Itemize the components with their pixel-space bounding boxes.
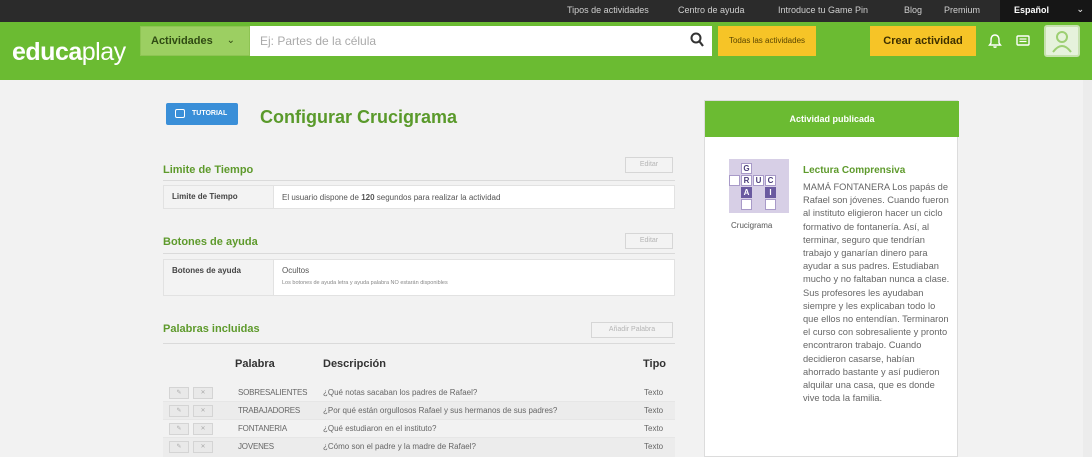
thumb-cell: A: [741, 187, 752, 198]
thumb-cell: R: [741, 175, 752, 186]
description-cell: ¿Qué estudiaron en el instituto?: [323, 424, 437, 433]
chevron-down-icon: ⌄: [1076, 4, 1084, 14]
type-cell: Texto: [644, 442, 664, 451]
play-icon: [175, 109, 185, 118]
top-nav-bar: Tipos de actividades Centro de ayuda Int…: [0, 0, 1092, 22]
words-included-title: Palabras incluidas: [163, 323, 260, 335]
thumb-label: Crucigrama: [731, 221, 773, 230]
nav-link-premium[interactable]: Premium: [944, 5, 980, 15]
thumb-cell: U: [753, 175, 764, 186]
delete-word-button[interactable]: ✕: [193, 405, 213, 417]
table-row: ✎ ✕ SOBRESALIENTES ¿Qué notas sacaban lo…: [163, 384, 675, 402]
word-cell: FONTANERIA: [238, 424, 287, 433]
edit-word-button[interactable]: ✎: [169, 387, 189, 399]
add-word-button[interactable]: Añadir Palabra: [591, 322, 673, 338]
published-activity-card: Actividad publicada G R U C A I Crucigra…: [704, 100, 959, 457]
edit-word-button[interactable]: ✎: [169, 405, 189, 417]
language-selector[interactable]: Español ⌄: [1000, 0, 1092, 22]
category-label: Actividades: [151, 35, 213, 47]
description-cell: ¿Qué notas sacaban los padres de Rafael?: [323, 388, 478, 397]
page-title: Configurar Crucigrama: [260, 107, 458, 127]
create-activity-button[interactable]: Crear actividad: [870, 26, 976, 56]
table-row: ✎ ✕ TRABAJADORES ¿Por qué están orgullos…: [163, 402, 675, 420]
chevron-down-icon: ⌄: [226, 35, 235, 46]
tutorial-label: TUTORIAL: [192, 110, 228, 117]
divider: [163, 253, 675, 254]
help-buttons-note: Los botones de ayuda letra y ayuda palab…: [282, 280, 448, 286]
message-icon[interactable]: [1015, 33, 1031, 49]
thumb-cell: [765, 199, 776, 210]
table-row: ✎ ✕ FONTANERIA ¿Qué estudiaron en el ins…: [163, 420, 675, 438]
search-input[interactable]: [250, 26, 712, 56]
word-cell: SOBRESALIENTES: [238, 388, 308, 397]
scrollbar[interactable]: [1083, 80, 1092, 457]
edit-help-button[interactable]: Editar: [625, 233, 673, 249]
delete-word-button[interactable]: ✕: [193, 423, 213, 435]
time-limit-value: El usuario dispone de 120 segundos para …: [282, 193, 501, 202]
card-header: Actividad publicada: [705, 101, 959, 137]
type-cell: Texto: [644, 406, 664, 415]
activity-title[interactable]: Lectura Comprensiva: [803, 165, 905, 176]
all-activities-button[interactable]: Todas las actividades: [718, 26, 816, 56]
type-cell: Texto: [644, 424, 664, 433]
nav-link-activity-types[interactable]: Tipos de actividades: [567, 5, 649, 15]
table-row: ✎ ✕ JOVENES ¿Cómo son el padre y la madr…: [163, 438, 675, 457]
edit-word-button[interactable]: ✎: [169, 423, 189, 435]
thumb-cell: I: [765, 187, 776, 198]
help-buttons-row: Botones de ayuda Ocultos Los botones de …: [163, 259, 675, 296]
search-icon[interactable]: [690, 32, 704, 48]
divider: [163, 180, 675, 181]
divider: [163, 343, 675, 344]
col-description: Descripción: [323, 358, 386, 370]
time-limit-key: Limite de Tiempo: [164, 186, 274, 208]
word-cell: TRABAJADORES: [238, 406, 301, 415]
delete-word-button[interactable]: ✕: [193, 387, 213, 399]
crossword-thumbnail[interactable]: G R U C A I: [729, 159, 789, 213]
type-cell: Texto: [644, 388, 664, 397]
col-word: Palabra: [235, 358, 275, 370]
description-cell: ¿Por qué están orgullosos Rafael y sus h…: [323, 406, 558, 415]
col-type: Tipo: [643, 358, 667, 370]
edit-time-button[interactable]: Editar: [625, 157, 673, 173]
delete-word-button[interactable]: ✕: [193, 441, 213, 453]
help-buttons-key: Botones de ayuda: [164, 260, 274, 295]
activity-description: MAMÁ FONTANERA Los papás de Rafael son j…: [803, 182, 950, 404]
thumb-cell: [741, 199, 752, 210]
words-table-header: Palabra Descripción Tipo: [163, 350, 675, 378]
nav-link-blog[interactable]: Blog: [904, 5, 922, 15]
time-limit-row: Limite de Tiempo El usuario dispone de 1…: [163, 185, 675, 209]
description-cell: ¿Cómo son el padre y la madre de Rafael?: [323, 442, 476, 451]
thumb-cell: C: [765, 175, 776, 186]
help-buttons-value: Ocultos: [282, 266, 310, 275]
language-label: Español: [1014, 5, 1050, 15]
word-cell: JOVENES: [238, 442, 274, 451]
edit-word-button[interactable]: ✎: [169, 441, 189, 453]
category-select[interactable]: Actividades ⌄: [140, 26, 250, 56]
help-buttons-title: Botones de ayuda: [163, 236, 258, 248]
user-avatar[interactable]: [1044, 25, 1080, 57]
nav-link-game-pin[interactable]: Introduce tu Game Pin: [778, 5, 868, 15]
thumb-cell: G: [741, 163, 752, 174]
thumb-cell: [729, 175, 740, 186]
nav-link-help-center[interactable]: Centro de ayuda: [678, 5, 745, 15]
tutorial-button[interactable]: TUTORIAL: [166, 103, 238, 125]
user-icon: [1052, 31, 1072, 53]
time-limit-title: Limite de Tiempo: [163, 164, 254, 176]
bell-icon[interactable]: [987, 33, 1003, 49]
educaplay-logo[interactable]: educaplay: [12, 38, 126, 67]
